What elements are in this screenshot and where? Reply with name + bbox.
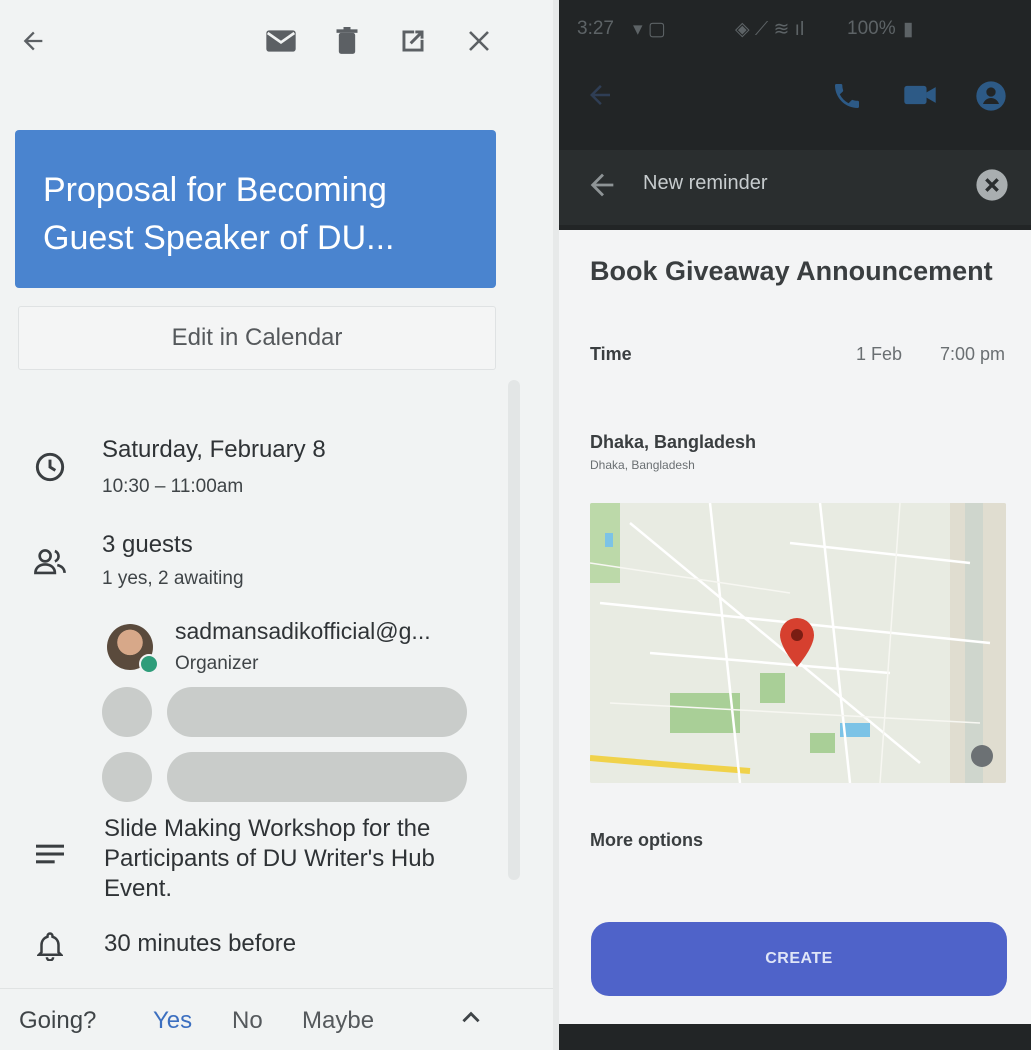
reminder-title[interactable]: Book Giveaway Announcement (590, 256, 993, 287)
back-arrow-icon[interactable] (16, 24, 50, 58)
time-value[interactable]: 7:00 pm (940, 344, 1005, 365)
phone-reminder-screen: 3:27 ▾ ▢ ◈ ⟋ ≋ ıl 100% ▮ New reminder Bo… (559, 0, 1031, 1050)
phone-call-icon[interactable] (831, 80, 865, 114)
guest-name-placeholder (167, 687, 467, 737)
rsvp-maybe-button[interactable]: Maybe (302, 1007, 374, 1035)
calendar-event-panel: Proposal for Becoming Guest Speaker of D… (0, 0, 553, 1050)
bell-icon (30, 926, 70, 966)
avatar[interactable] (107, 624, 159, 674)
rsvp-bar: Going? Yes No Maybe (0, 988, 553, 1050)
status-time: 3:27 (577, 18, 614, 39)
guests-count: 3 guests (102, 531, 193, 558)
event-title-card: Proposal for Becoming Guest Speaker of D… (15, 130, 496, 288)
time-date-value[interactable]: 1 Feb (856, 344, 902, 365)
location-name[interactable]: Dhaka, Bangladesh (590, 432, 756, 453)
reminder-header: New reminder (559, 150, 1031, 225)
scrollbar[interactable] (508, 380, 520, 880)
open-external-icon[interactable] (396, 24, 430, 58)
trash-icon[interactable] (330, 24, 364, 58)
accepted-check-icon (139, 654, 159, 674)
event-description: Slide Making Workshop for the Participan… (104, 815, 435, 902)
video-call-icon[interactable] (903, 80, 937, 114)
organizer-email[interactable]: sadmansadikofficial@g... (175, 618, 431, 645)
guests-summary: 1 yes, 2 awaiting (102, 568, 244, 589)
contact-info-icon[interactable] (975, 80, 1009, 114)
notes-icon (30, 834, 70, 874)
close-icon[interactable] (975, 168, 1009, 207)
event-date: Saturday, February 8 (102, 436, 326, 463)
rsvp-no-button[interactable]: No (232, 1007, 263, 1035)
location-subtitle: Dhaka, Bangladesh (590, 458, 695, 472)
time-label: Time (590, 344, 632, 364)
event-title: Proposal for Becoming Guest Speaker of D… (43, 171, 395, 257)
create-button[interactable]: CREATE (591, 922, 1007, 996)
guest-avatar-placeholder (102, 752, 152, 802)
people-icon (30, 542, 70, 582)
location-map[interactable] (590, 503, 1006, 783)
mail-icon[interactable] (264, 24, 298, 58)
signal-icon: ◈ ⟋ ≋ ıl (735, 19, 805, 40)
edit-in-calendar-button[interactable]: Edit in Calendar (18, 306, 496, 370)
organizer-role: Organizer (175, 653, 259, 674)
guest-name-placeholder (167, 752, 467, 802)
guest-avatar-placeholder (102, 687, 152, 737)
battery-level: 100% (847, 18, 896, 39)
navigation-bar (559, 1024, 1031, 1050)
header-title: New reminder (643, 172, 768, 194)
clock-icon (30, 447, 70, 487)
rsvp-yes-button[interactable]: Yes (153, 1007, 192, 1035)
battery-icon: ▮ (903, 19, 914, 40)
event-reminder: 30 minutes before (104, 930, 297, 957)
close-icon[interactable] (462, 24, 496, 58)
notification-icon: ▾ ▢ (633, 19, 666, 40)
event-time: 10:30 – 11:00am (102, 476, 244, 497)
more-options-link[interactable]: More options (590, 830, 703, 851)
back-arrow-icon[interactable] (585, 168, 619, 207)
rsvp-prompt: Going? (19, 1007, 97, 1034)
chevron-up-icon[interactable] (458, 1005, 484, 1038)
back-arrow-icon[interactable] (585, 80, 619, 114)
